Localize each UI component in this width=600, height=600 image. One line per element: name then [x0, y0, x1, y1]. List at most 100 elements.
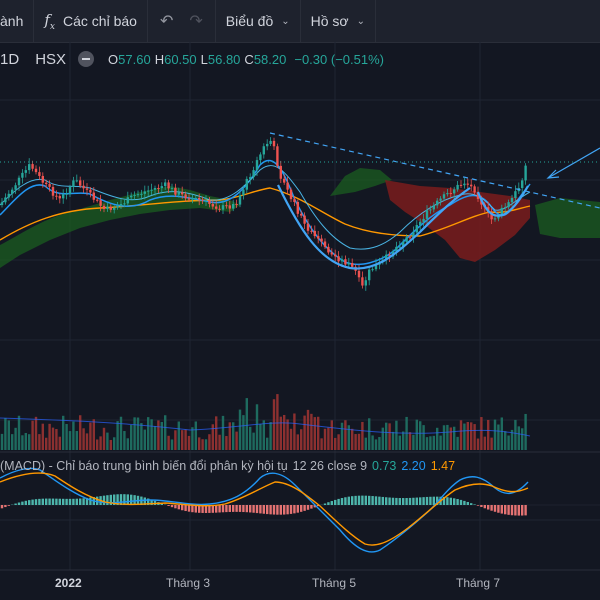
- histogram-bar: [408, 497, 412, 505]
- price-chart[interactable]: [0, 0, 600, 600]
- candle-body: [150, 189, 153, 191]
- histogram-bar: [504, 505, 507, 515]
- collapse-legend-icon[interactable]: [78, 51, 95, 67]
- volume-bar: [439, 435, 442, 450]
- volume-bar: [493, 419, 497, 450]
- histogram-bar: [432, 496, 435, 505]
- candle-body: [303, 215, 306, 224]
- candle-body: [225, 205, 228, 207]
- volume-bar: [245, 398, 248, 450]
- volume-bar: [228, 422, 231, 450]
- histogram-bar: [245, 505, 248, 513]
- candle-body: [194, 197, 197, 199]
- volume-bar: [92, 419, 95, 450]
- candle-body: [102, 205, 106, 209]
- volume-bar: [306, 409, 310, 450]
- histogram-bar: [456, 499, 459, 505]
- candle-body: [208, 200, 211, 204]
- volume-bar: [85, 433, 89, 450]
- volume-bar: [408, 432, 412, 450]
- candle-body: [126, 197, 129, 204]
- candle-body: [92, 192, 95, 200]
- candle-body: [249, 177, 252, 179]
- volume-bar: [235, 431, 238, 450]
- histogram-bar: [357, 495, 361, 505]
- volume-bar: [422, 425, 425, 450]
- histogram-bar: [368, 495, 371, 505]
- histogram-bar: [167, 505, 170, 506]
- candle-body: [334, 254, 337, 257]
- histogram-bar: [323, 503, 327, 505]
- candle-body: [119, 204, 123, 206]
- volume-bar: [480, 417, 483, 450]
- candle-body: [228, 205, 231, 209]
- interval-label[interactable]: 1D: [0, 51, 19, 68]
- candle-body: [51, 186, 55, 196]
- volume-bar: [446, 424, 449, 450]
- histogram-bar: [17, 502, 21, 505]
- candle-body: [514, 191, 517, 198]
- volume-bar: [504, 431, 507, 450]
- candle-body: [300, 213, 303, 216]
- candle-body: [28, 164, 31, 171]
- histogram-bar: [4, 505, 7, 508]
- candle-body: [130, 195, 133, 198]
- histogram-bar: [476, 505, 480, 506]
- histogram-bar: [480, 505, 483, 507]
- candle-body: [157, 187, 160, 189]
- histogram-bar: [262, 505, 265, 514]
- candle-body: [293, 199, 296, 202]
- histogram-bar: [412, 497, 415, 505]
- volume-bar: [269, 422, 272, 450]
- arrow-drawing[interactable]: [547, 147, 600, 179]
- candle-body: [211, 203, 214, 207]
- candle-body: [466, 183, 469, 185]
- volume-bar: [106, 432, 109, 450]
- candle-body: [422, 218, 425, 222]
- candle-body: [266, 143, 269, 147]
- high-value: 60.50: [164, 51, 197, 67]
- time-axis-label: Tháng 7: [456, 576, 501, 590]
- histogram-bar: [184, 505, 187, 512]
- histogram-bar: [398, 498, 401, 505]
- macd-title[interactable]: (MACD) - Chỉ báo trung bình biến đổi phâ…: [0, 459, 288, 473]
- candle-body: [470, 184, 473, 187]
- histogram-bar: [276, 505, 279, 515]
- volume-bar: [313, 417, 316, 450]
- volume-bar: [371, 435, 374, 450]
- volume-bar: [473, 424, 476, 450]
- candle-body: [436, 200, 439, 206]
- candle-body: [473, 186, 476, 193]
- close-label: C: [244, 51, 254, 67]
- histogram-bar: [425, 496, 429, 505]
- candle-body: [41, 175, 44, 183]
- volume-bar: [412, 434, 415, 450]
- volume-bar: [215, 416, 218, 450]
- volume-bar: [198, 437, 201, 450]
- candle-body: [7, 193, 10, 198]
- volume-bar: [330, 420, 333, 450]
- volume-bar: [276, 394, 279, 450]
- volume-bar: [262, 420, 265, 450]
- histogram-bar: [269, 505, 272, 515]
- histogram-bar: [293, 505, 296, 514]
- candle-body: [45, 182, 48, 185]
- histogram-bar: [7, 505, 10, 506]
- volume-bar: [300, 429, 303, 450]
- histogram-bar: [510, 505, 514, 516]
- histogram-bar: [459, 499, 463, 505]
- low-value: 56.80: [207, 51, 241, 67]
- candle-body: [116, 205, 119, 208]
- candle-body: [174, 187, 177, 195]
- volume-bar: [170, 439, 174, 450]
- volume-bar: [177, 421, 180, 450]
- volume-bar: [17, 415, 21, 450]
- volume-bar: [327, 427, 330, 450]
- volume-bar: [453, 426, 456, 450]
- volume-bar: [354, 434, 357, 450]
- volume-bar: [466, 421, 469, 450]
- histogram-bar: [306, 505, 310, 510]
- histogram-bar: [497, 505, 500, 513]
- histogram-bar: [303, 505, 306, 511]
- candle-body: [361, 277, 364, 286]
